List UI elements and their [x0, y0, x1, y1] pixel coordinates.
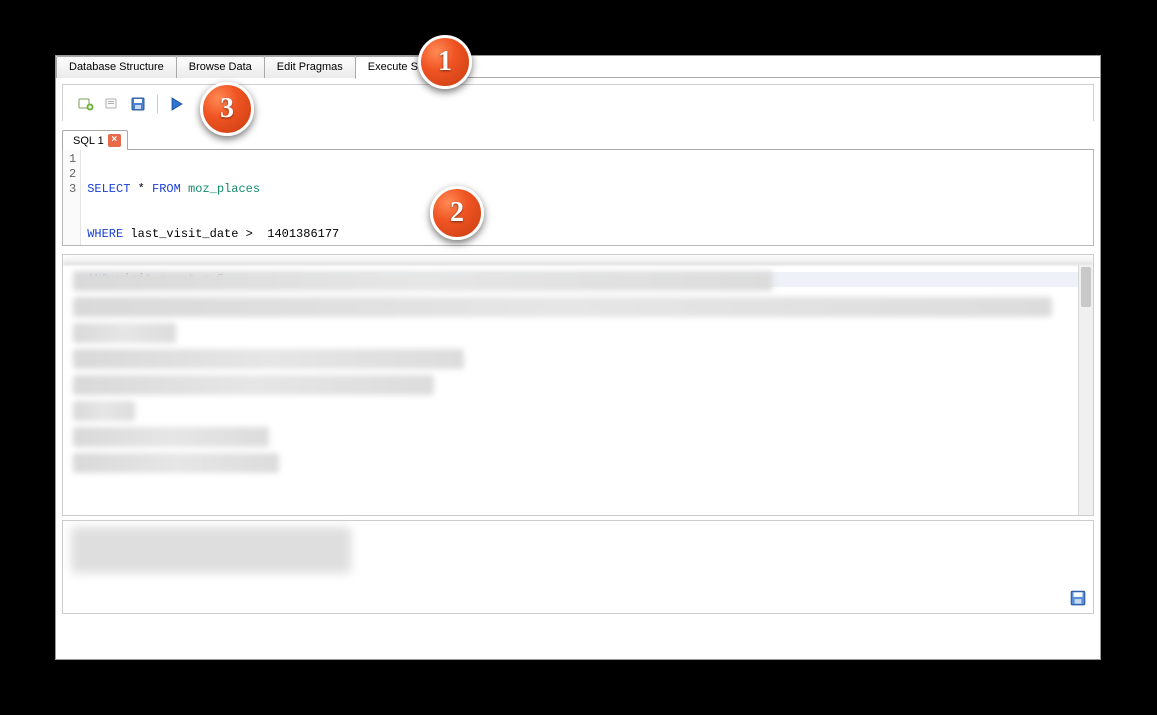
sql-tab-1[interactable]: SQL 1 × — [62, 130, 128, 150]
result-row — [73, 427, 269, 447]
code-line: WHERE last_visit_date > 1401386177 — [87, 227, 1087, 242]
callout-badge-2: 2 — [430, 186, 484, 240]
callout-badge-1: 1 — [418, 35, 472, 89]
editor-code[interactable]: SELECT * FROM moz_places WHERE last_visi… — [81, 150, 1093, 245]
code-text: * — [130, 182, 152, 196]
open-tab-icon[interactable] — [103, 95, 121, 113]
sql-tab-label: SQL 1 — [73, 135, 104, 147]
results-scrollbar[interactable] — [1078, 265, 1093, 515]
tab-browse-data[interactable]: Browse Data — [176, 56, 265, 78]
result-row — [73, 375, 434, 395]
status-panel — [62, 520, 1094, 614]
tab-database-structure[interactable]: Database Structure — [56, 56, 177, 78]
keyword: FROM — [152, 182, 181, 196]
result-row — [73, 401, 135, 421]
result-row — [73, 453, 279, 473]
result-row — [73, 323, 176, 343]
editor-gutter: 1 2 3 — [63, 150, 81, 245]
close-tab-icon[interactable]: × — [108, 134, 121, 147]
identifier: moz_places — [188, 182, 260, 196]
code-line: SELECT * FROM moz_places — [87, 182, 1087, 197]
toolbar-separator — [157, 95, 158, 113]
status-text — [71, 527, 351, 573]
results-header — [63, 255, 1093, 265]
sql-editor[interactable]: 1 2 3 SELECT * FROM moz_places WHERE las… — [62, 150, 1094, 246]
results-panel[interactable] — [62, 254, 1094, 516]
callout-badge-3: 3 — [200, 82, 254, 136]
line-number: 1 — [69, 152, 76, 167]
save-sql-icon[interactable] — [129, 95, 147, 113]
main-tab-bar: Database Structure Browse Data Edit Prag… — [56, 56, 1100, 78]
scrollbar-thumb[interactable] — [1081, 267, 1091, 307]
code-text — [181, 182, 188, 196]
run-sql-icon[interactable] — [168, 95, 186, 113]
new-tab-icon[interactable] — [77, 95, 95, 113]
result-row — [73, 271, 773, 291]
app-window: Database Structure Browse Data Edit Prag… — [55, 55, 1101, 660]
result-row — [73, 349, 464, 369]
status-save-icon[interactable] — [1069, 589, 1087, 607]
keyword: WHERE — [87, 227, 123, 241]
keyword: SELECT — [87, 182, 130, 196]
line-number: 2 — [69, 167, 76, 182]
tab-edit-pragmas[interactable]: Edit Pragmas — [264, 56, 356, 78]
result-row — [73, 297, 1052, 317]
line-number: 3 — [69, 182, 76, 197]
code-text: last_visit_date > 1401386177 — [123, 227, 339, 241]
